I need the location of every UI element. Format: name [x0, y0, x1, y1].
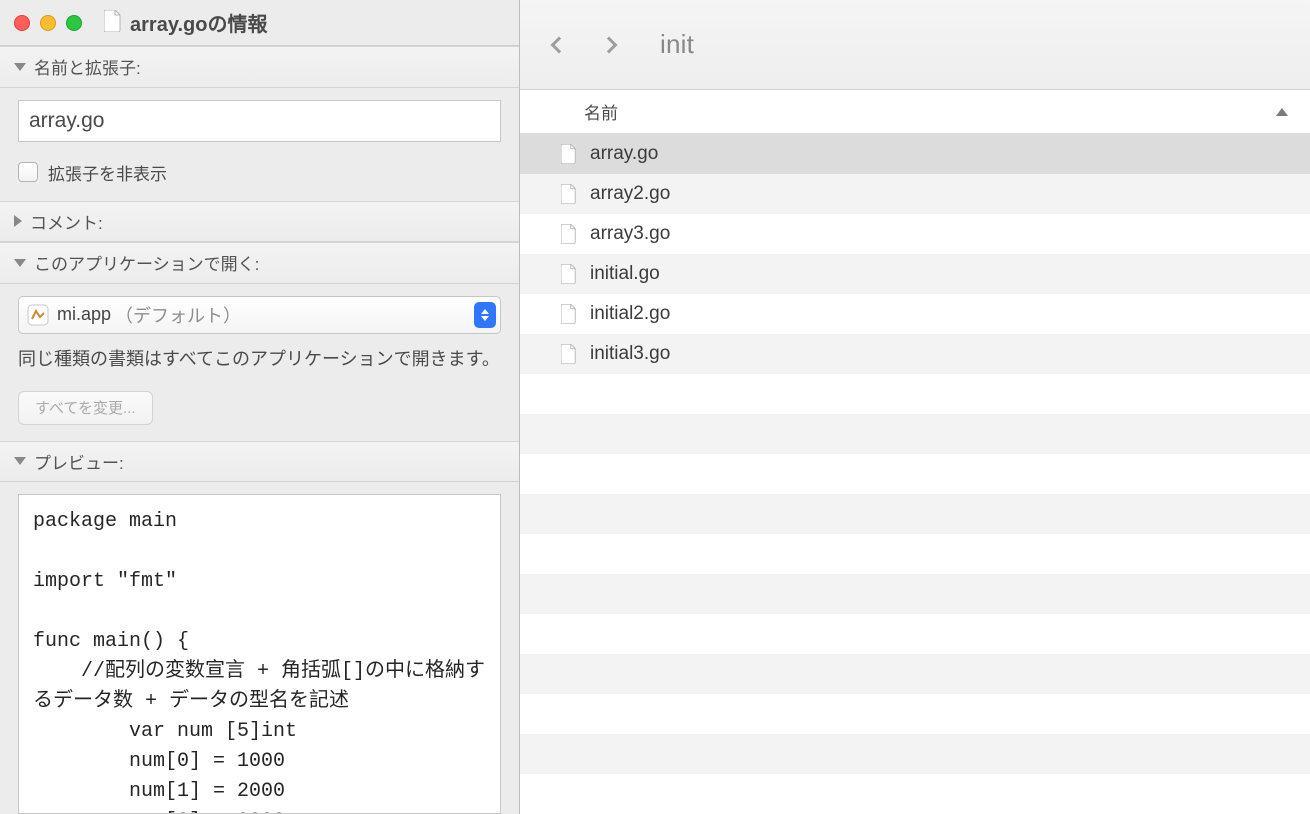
empty-row — [520, 654, 1310, 694]
folder-title: init — [660, 29, 694, 60]
empty-row — [520, 734, 1310, 774]
section-content-preview: package main import "fmt" func main() { … — [0, 482, 519, 814]
app-icon — [25, 303, 51, 327]
file-row[interactable]: initial.go — [520, 254, 1310, 294]
empty-row — [520, 694, 1310, 734]
empty-row — [520, 494, 1310, 534]
nav-back-button[interactable] — [548, 34, 570, 56]
empty-row — [520, 614, 1310, 654]
section-label-name-ext: 名前と拡張子: — [34, 54, 141, 79]
app-default-suffix: （デフォルト） — [115, 302, 241, 328]
file-row[interactable]: array.go — [520, 134, 1310, 174]
file-row[interactable]: array3.go — [520, 214, 1310, 254]
empty-row — [520, 454, 1310, 494]
empty-row — [520, 414, 1310, 454]
select-arrows-icon — [474, 302, 496, 328]
finder-window: init 名前 array.go array2.go array3.go initia… — [520, 0, 1310, 814]
section-label-open-with: このアプリケーションで開く: — [34, 250, 259, 275]
document-icon — [560, 184, 578, 204]
preview-content: package main import "fmt" func main() { … — [18, 494, 501, 814]
close-window-button[interactable] — [14, 15, 30, 31]
empty-row — [520, 374, 1310, 414]
hide-extension-checkbox[interactable] — [18, 162, 38, 182]
file-name-label: initial3.go — [590, 343, 670, 365]
section-header-comment[interactable]: コメント: — [0, 201, 519, 243]
window-title: array.goの情報 — [130, 8, 267, 37]
file-name-label: array.go — [590, 143, 658, 165]
section-label-comment: コメント: — [30, 209, 103, 234]
empty-row — [520, 534, 1310, 574]
section-content-open-with: mi.app （デフォルト） 同じ種類の書類はすべてこのアプリケーションで開きま… — [0, 284, 519, 441]
document-icon — [560, 344, 578, 364]
chevron-down-icon — [14, 457, 26, 465]
file-name-label: array3.go — [590, 223, 670, 245]
hide-extension-row: 拡張子を非表示 — [18, 160, 501, 185]
file-row[interactable]: array2.go — [520, 174, 1310, 214]
section-label-preview: プレビュー: — [34, 449, 124, 474]
document-icon — [104, 10, 122, 36]
empty-row — [520, 774, 1310, 814]
section-header-preview[interactable]: プレビュー: — [0, 441, 519, 483]
open-with-select[interactable]: mi.app （デフォルト） — [18, 296, 501, 334]
info-titlebar[interactable]: array.goの情報 — [0, 0, 519, 46]
file-name-label: initial2.go — [590, 303, 670, 325]
chevron-down-icon — [14, 259, 26, 267]
file-name-label: array2.go — [590, 183, 670, 205]
file-row[interactable]: initial3.go — [520, 334, 1310, 374]
file-row[interactable]: initial2.go — [520, 294, 1310, 334]
chevron-right-icon — [14, 215, 22, 227]
column-header-row[interactable]: 名前 — [520, 90, 1310, 134]
chevron-down-icon — [14, 63, 26, 71]
minimize-window-button[interactable] — [40, 15, 56, 31]
filename-input[interactable] — [18, 100, 501, 142]
document-icon — [560, 304, 578, 324]
get-info-window: array.goの情報 名前と拡張子: 拡張子を非表示 コメント: このアプリケ… — [0, 0, 520, 814]
document-icon — [560, 224, 578, 244]
hide-extension-label: 拡張子を非表示 — [48, 160, 167, 185]
finder-toolbar: init — [520, 0, 1310, 90]
section-header-name-ext[interactable]: 名前と拡張子: — [0, 46, 519, 88]
column-header-name[interactable]: 名前 — [584, 99, 1276, 124]
document-icon — [560, 264, 578, 284]
sort-ascending-icon — [1276, 108, 1288, 116]
section-header-open-with[interactable]: このアプリケーションで開く: — [0, 242, 519, 284]
empty-row — [520, 574, 1310, 614]
nav-arrows — [548, 34, 620, 56]
file-name-label: initial.go — [590, 263, 660, 285]
chevron-right-icon — [601, 36, 618, 53]
document-icon — [560, 144, 578, 164]
section-content-name-ext: 拡張子を非表示 — [0, 88, 519, 201]
zoom-window-button[interactable] — [66, 15, 82, 31]
nav-forward-button[interactable] — [598, 34, 620, 56]
file-list: array.go array2.go array3.go initial.go init… — [520, 134, 1310, 814]
chevron-left-icon — [551, 36, 568, 53]
app-name-label: mi.app — [57, 304, 111, 325]
open-with-helper: 同じ種類の書類はすべてこのアプリケーションで開きます。 — [18, 346, 501, 373]
change-all-button[interactable]: すべてを変更... — [18, 391, 153, 425]
traffic-lights — [14, 15, 82, 31]
